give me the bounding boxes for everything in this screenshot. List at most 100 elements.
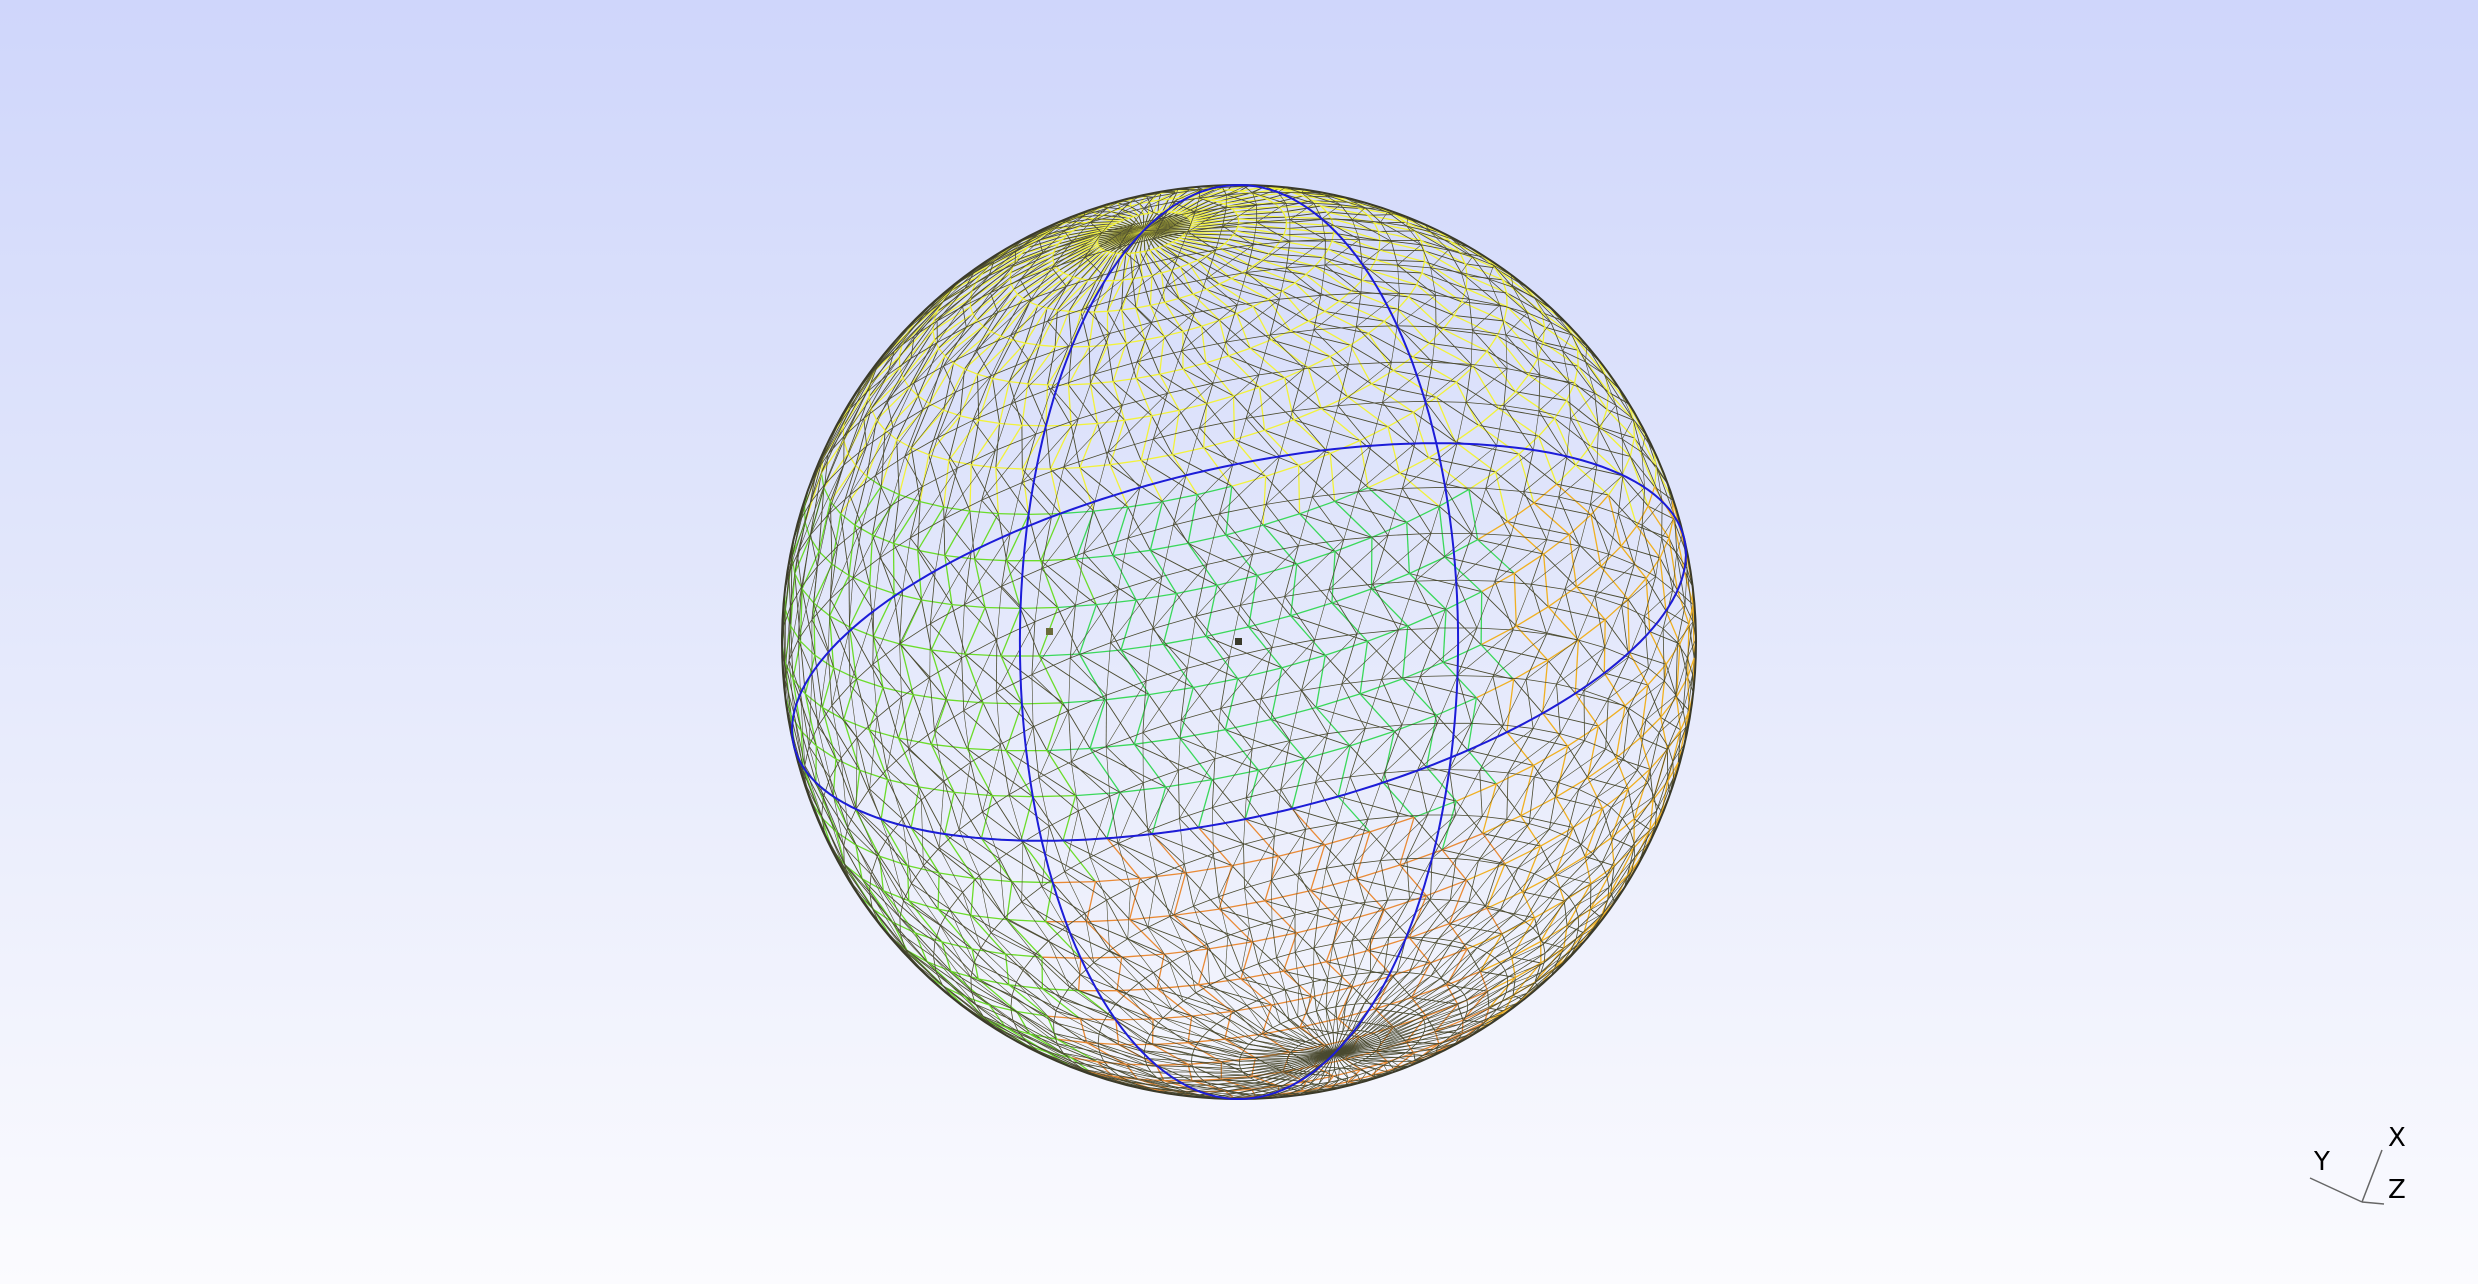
mesh-edge [869, 717, 878, 789]
mesh-edge [829, 453, 849, 502]
mesh-edge [1062, 840, 1141, 879]
mesh-edge [1115, 1018, 1154, 1021]
mesh-edge [1528, 374, 1567, 402]
mesh-edge [1278, 855, 1311, 891]
mesh-edge [1479, 770, 1509, 774]
mesh-edge [1149, 248, 1155, 251]
mesh-edge [1212, 251, 1253, 267]
mesh-edge [1430, 858, 1457, 900]
mesh-edge [1633, 843, 1636, 858]
mesh-edge [1212, 342, 1227, 384]
mesh-edge [1592, 807, 1612, 854]
mesh-edge [850, 366, 878, 409]
mesh-edge [1307, 367, 1322, 409]
mesh-edge [1387, 488, 1403, 536]
mesh-edge [1379, 239, 1425, 252]
mesh-edge [854, 770, 861, 809]
mesh-edge [1605, 708, 1630, 750]
mesh-edge [934, 710, 964, 731]
mesh-edge [1341, 683, 1366, 729]
mesh-edge [1594, 554, 1610, 597]
mesh-edge [1089, 743, 1135, 750]
mesh-edge [1203, 438, 1235, 449]
mesh-edge [1634, 564, 1656, 577]
mesh-edge [1500, 873, 1535, 911]
mesh-edge [1660, 664, 1667, 718]
mesh-edge [995, 467, 999, 514]
mesh-edge [1094, 452, 1109, 502]
mesh-edge [1476, 678, 1514, 699]
mesh-edge [1009, 380, 1028, 385]
mesh-edge [1479, 728, 1534, 771]
mesh-edge [1247, 575, 1258, 628]
mesh-edge [1356, 938, 1371, 975]
mesh-edge [882, 687, 899, 739]
mesh-edge [1061, 998, 1109, 1015]
mesh-edge [1590, 494, 1609, 516]
mesh-edge [1371, 572, 1410, 590]
mesh-edge [1410, 1048, 1434, 1050]
mesh-edge [1113, 377, 1137, 383]
mesh-edge [1071, 422, 1098, 426]
mesh-edge [1151, 409, 1180, 417]
mesh-edge [1245, 374, 1260, 419]
mesh-edge [1359, 641, 1369, 694]
mesh-edge [1476, 920, 1525, 949]
mesh-edge [1486, 350, 1516, 393]
mesh-edge [1314, 589, 1330, 640]
mesh-edge [1095, 881, 1130, 920]
mesh-edge [1467, 749, 1497, 785]
mesh-edge [1142, 668, 1188, 733]
mesh-edge [1547, 639, 1579, 661]
mesh-edge [1228, 347, 1251, 357]
mesh-edge [1600, 566, 1629, 600]
mesh-edge [930, 604, 953, 651]
mesh-edge [1127, 506, 1151, 551]
mesh-edge [1445, 591, 1482, 610]
mesh-edge [935, 518, 945, 571]
mesh-edge [1471, 676, 1494, 724]
mesh-edge [1009, 278, 1012, 285]
mesh-edge [1041, 956, 1079, 992]
mesh-edge [1454, 424, 1479, 443]
mesh-edge [1107, 342, 1127, 346]
scene-canvas[interactable]: X Y Z [0, 0, 2478, 1284]
mesh-edge [1498, 823, 1530, 865]
mesh-edge [943, 507, 946, 556]
mesh-edge [1503, 374, 1541, 406]
mesh-edge [1134, 737, 1180, 745]
mesh-edge [1662, 628, 1665, 682]
mesh-edge [1447, 947, 1478, 983]
mesh-edge [1156, 875, 1171, 917]
mesh-edge [1305, 823, 1337, 830]
mesh-edge [1401, 676, 1421, 726]
mesh-edge [1231, 855, 1279, 867]
mesh-edge [1198, 189, 1201, 199]
mesh-edge [1406, 857, 1433, 860]
mesh-edge [957, 420, 974, 469]
3d-viewport[interactable]: X Y Z [0, 0, 2478, 1284]
mesh-edge [1662, 628, 1678, 643]
mesh-edge [981, 499, 1011, 534]
mesh-edge [1560, 690, 1585, 734]
mesh-edge [1265, 476, 1300, 515]
mesh-edge [1406, 814, 1456, 859]
mesh-edge [1546, 633, 1578, 641]
mesh-edge [1269, 295, 1322, 336]
mesh-edge [1270, 706, 1317, 721]
mesh-edge [954, 791, 993, 797]
mesh-edge [1120, 649, 1150, 695]
mesh-edge [1503, 679, 1527, 726]
mesh-edge [1004, 954, 1010, 985]
mesh-edge [1110, 576, 1163, 643]
mesh-edge [1178, 293, 1194, 300]
mesh-edge [1522, 891, 1565, 902]
mesh-edge [1382, 400, 1426, 403]
mesh-edge [1331, 588, 1372, 604]
mesh-edge [1106, 887, 1131, 901]
mesh-edge [1533, 296, 1572, 334]
mesh-edge [992, 794, 1033, 798]
mesh-edge [1203, 447, 1266, 477]
mesh-edge [970, 977, 972, 992]
mesh-edge [1668, 518, 1674, 539]
